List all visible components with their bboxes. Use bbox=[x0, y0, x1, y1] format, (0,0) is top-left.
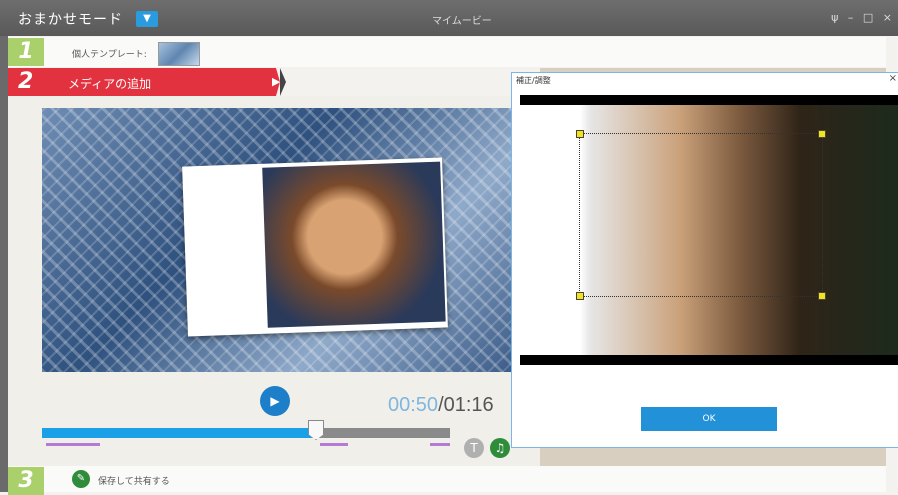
step-2-label: メディアの追加 bbox=[68, 77, 152, 91]
clip-marker bbox=[46, 443, 100, 446]
step-3-number: 3 bbox=[8, 467, 44, 495]
play-icon: ▶ bbox=[270, 394, 280, 408]
window-frame bbox=[0, 36, 8, 492]
close-button[interactable]: × bbox=[883, 11, 892, 24]
pin-icon[interactable]: ψ bbox=[831, 11, 838, 24]
dialog-title: 補正/調整 bbox=[516, 76, 551, 85]
preview-photo bbox=[262, 161, 446, 328]
step-1-bar[interactable]: 1 個人テンプレート: bbox=[8, 37, 886, 67]
timeline-progress bbox=[42, 428, 312, 438]
crop-handle[interactable] bbox=[818, 292, 826, 300]
play-button[interactable]: ▶ bbox=[260, 386, 290, 416]
mode-dropdown-button[interactable]: ▼ bbox=[136, 11, 158, 27]
crop-handle[interactable] bbox=[818, 130, 826, 138]
app-title: マイムービー bbox=[432, 16, 492, 27]
step-2-bar[interactable]: 2 メディアの追加 ▶ bbox=[8, 68, 280, 96]
edit-share-icon: ✎ bbox=[72, 470, 90, 488]
step-1-number: 1 bbox=[8, 38, 44, 66]
step-3-label: 保存して共有する bbox=[98, 477, 170, 487]
current-time: 00:50 bbox=[388, 394, 439, 416]
window-controls: ψ – □ × bbox=[825, 11, 892, 24]
minimize-button[interactable]: – bbox=[848, 11, 854, 24]
music-icon[interactable]: ♫ bbox=[490, 438, 510, 458]
crop-preview bbox=[520, 95, 898, 365]
title-bar: おまかせモード ▼ マイムービー ψ – □ × bbox=[0, 0, 898, 36]
close-icon[interactable]: × bbox=[889, 73, 897, 84]
step-1-label: 個人テンプレート: bbox=[72, 50, 147, 60]
text-icon[interactable]: T bbox=[464, 438, 484, 458]
crop-handle[interactable] bbox=[576, 292, 584, 300]
timeline-track[interactable] bbox=[42, 428, 450, 438]
timecode: 00:50/01:16 bbox=[388, 394, 494, 417]
crop-box[interactable] bbox=[579, 133, 823, 297]
total-time: 01:16 bbox=[443, 394, 494, 416]
clip-marker bbox=[430, 443, 450, 446]
mode-label: おまかせモード bbox=[18, 12, 123, 28]
adjust-dialog: 補正/調整 × OK bbox=[511, 72, 898, 448]
ok-button[interactable]: OK bbox=[641, 407, 777, 431]
maximize-button[interactable]: □ bbox=[863, 11, 873, 24]
step-2-number: 2 bbox=[18, 69, 34, 94]
photo-frame[interactable] bbox=[182, 157, 448, 337]
step-2-tail bbox=[280, 68, 286, 96]
chevron-down-icon: ▼ bbox=[143, 13, 151, 24]
template-thumbnail[interactable] bbox=[158, 42, 200, 66]
crop-handle[interactable] bbox=[576, 130, 584, 138]
chevron-right-icon: ▶ bbox=[272, 75, 281, 88]
step-3-bar[interactable]: 3 ✎ 保存して共有する bbox=[8, 466, 886, 495]
clip-marker bbox=[320, 443, 348, 446]
